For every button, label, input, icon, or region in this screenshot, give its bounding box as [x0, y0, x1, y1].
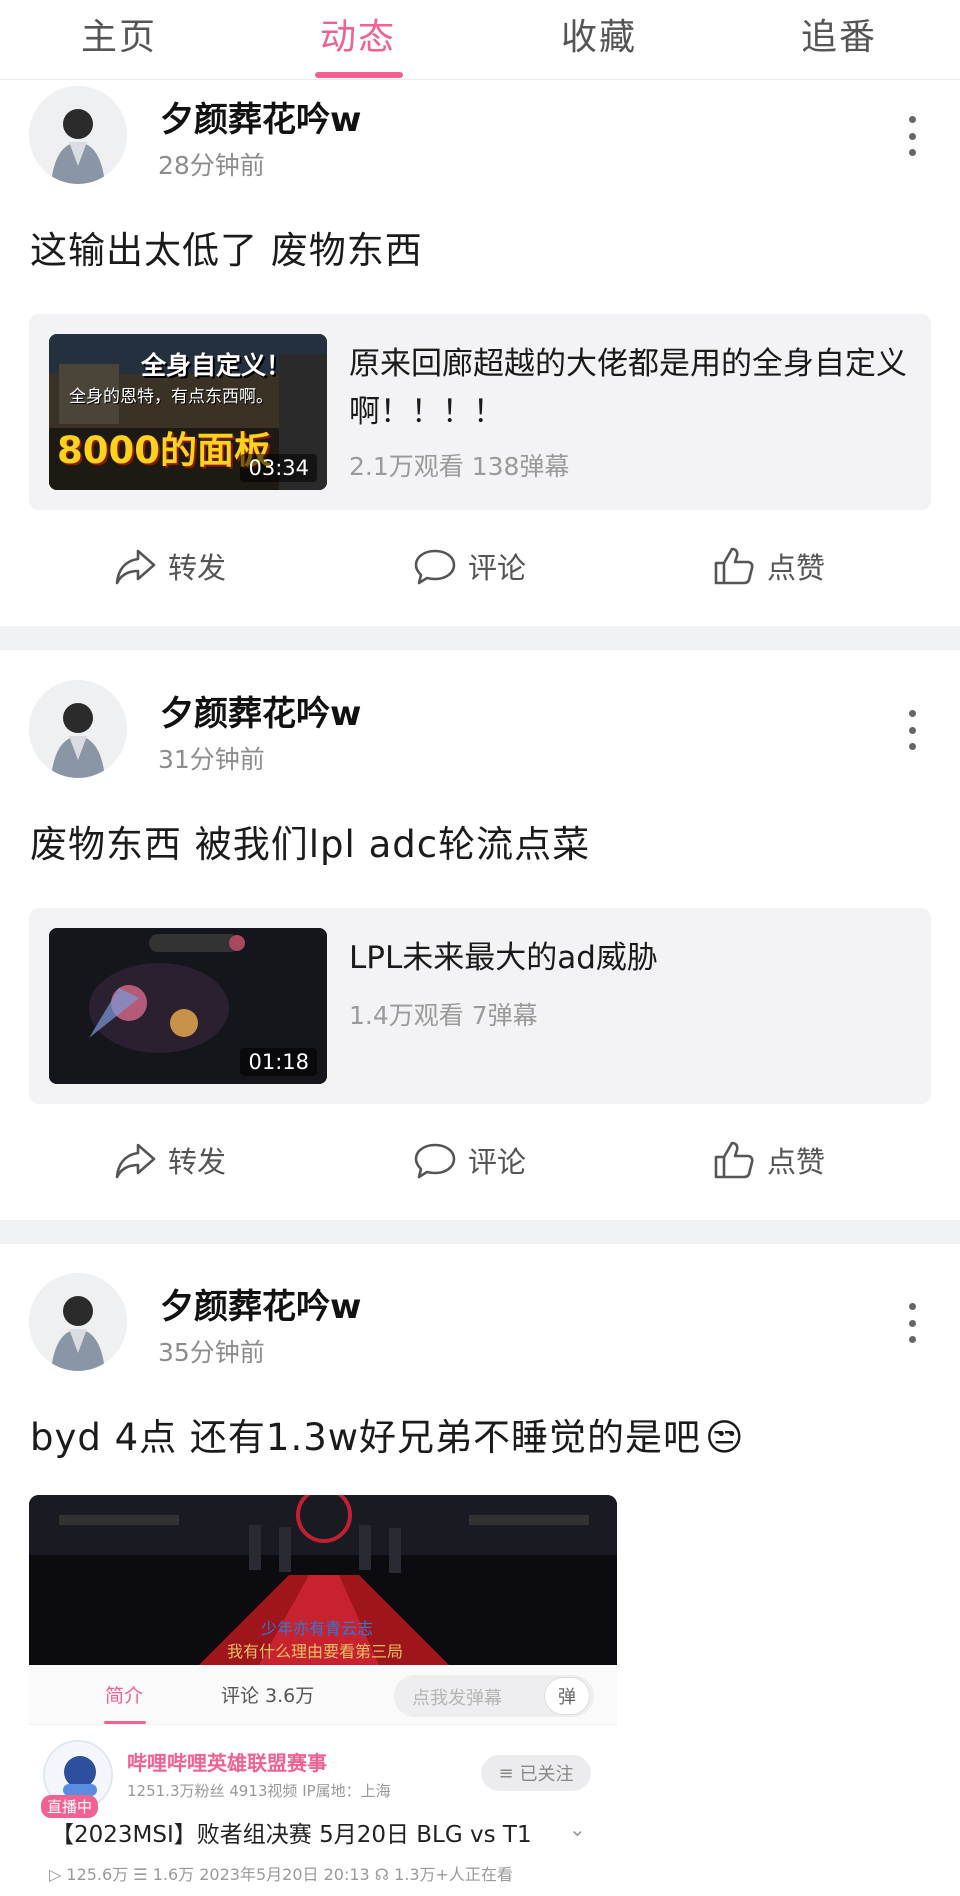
- author-name[interactable]: 夕颜葬花吟w: [160, 1279, 361, 1328]
- tab-favorites[interactable]: 收藏: [519, 8, 679, 60]
- stream-info-panel: 简介 评论 3.6万 点我发弹幕 弹 直播中 哔哩哔哩英雄联盟赛事 1251.3…: [29, 1665, 617, 1895]
- top-tab-bar: 主页 动态 收藏 追番: [0, 0, 960, 80]
- comment-icon: [414, 1143, 456, 1179]
- post-time: 35分钟前: [158, 1338, 265, 1367]
- stream-tabs: 简介 评论 3.6万 点我发弹幕 弹: [29, 1665, 617, 1725]
- chevron-down-icon[interactable]: ⌄: [569, 1817, 586, 1841]
- unamused-emoji-icon: 😒: [705, 1416, 745, 1459]
- post-time: 31分钟前: [158, 745, 265, 774]
- live-stream-card[interactable]: 少年亦有青云志 我有什么理由要看第三局 简介 评论 3.6万 点我发弹幕 弹 直…: [29, 1495, 617, 1895]
- video-title[interactable]: 原来回廊超越的大佬都是用的全身自定义啊！！！！: [349, 340, 909, 436]
- thumbs-up-icon: [714, 1141, 754, 1179]
- like-button[interactable]: 点赞: [711, 1130, 825, 1190]
- post-text: 这输出太低了 废物东西: [30, 229, 423, 272]
- stream-title[interactable]: 【2023MSI】败者组决赛 5月20日 BLG vs T1: [51, 1815, 532, 1849]
- post-card: 夕颜葬花吟w 28分钟前 这输出太低了 废物东西 全身自定义！ 全身的恩特，有点…: [0, 86, 960, 626]
- active-tab-indicator: [104, 1721, 146, 1724]
- post-separator: [0, 1220, 960, 1244]
- share-button[interactable]: 转发: [112, 536, 226, 596]
- menu-icon: ≡: [498, 1762, 514, 1784]
- thumbnail-caption: 全身自定义！: [141, 351, 292, 380]
- video-card[interactable]: 全身自定义！ 全身的恩特，有点东西啊。 8000的面板 03:34 原来回廊超越…: [29, 314, 931, 510]
- share-button[interactable]: 转发: [112, 1130, 226, 1190]
- subtitle: 少年亦有青云志: [261, 1619, 374, 1638]
- comment-button[interactable]: 评论: [412, 1130, 526, 1190]
- video-stats: 1.4万观看 7弹幕: [349, 1001, 538, 1030]
- comment-label: 评论: [468, 551, 527, 585]
- follow-label: 已关注: [519, 1764, 574, 1785]
- video-thumbnail[interactable]: 全身自定义！ 全身的恩特，有点东西啊。 8000的面板 03:34: [49, 334, 327, 490]
- video-duration: 01:18: [240, 1048, 317, 1076]
- more-options-icon[interactable]: [900, 116, 924, 156]
- more-options-icon[interactable]: [900, 710, 924, 750]
- comment-icon: [414, 549, 456, 585]
- share-icon: [115, 1143, 156, 1179]
- comment-label: 评论: [468, 1145, 527, 1179]
- video-stats: 2.1万观看 138弹幕: [349, 452, 570, 481]
- comment-button[interactable]: 评论: [412, 536, 526, 596]
- post-text: 废物东西 被我们lpl adc轮流点菜: [30, 823, 591, 866]
- tab-comments[interactable]: 评论 3.6万: [221, 1681, 314, 1708]
- post-actions: 转发 评论 点赞: [0, 536, 960, 596]
- post-text-content: byd 4点 还有1.3w好兄弟不睡觉的是吧: [30, 1416, 702, 1459]
- active-tab-indicator: [315, 72, 403, 78]
- like-label: 点赞: [767, 551, 826, 585]
- video-card[interactable]: 01:18 LPL未来最大的ad威胁 1.4万观看 7弹幕: [29, 908, 931, 1104]
- post-card: 夕颜葬花吟w 31分钟前 废物东西 被我们lpl adc轮流点菜 01:18 L…: [0, 680, 960, 1220]
- share-icon: [115, 549, 156, 585]
- danmaku-toggle-button[interactable]: 弹: [544, 1677, 590, 1715]
- avatar[interactable]: [29, 680, 127, 778]
- post-card: 夕颜葬花吟w 35分钟前 byd 4点 还有1.3w好兄弟不睡觉的是吧 😒 少年亦…: [0, 1273, 960, 1896]
- author-name[interactable]: 夕颜葬花吟w: [160, 92, 361, 141]
- avatar[interactable]: [29, 1273, 127, 1371]
- tab-home[interactable]: 主页: [39, 8, 199, 60]
- channel-name[interactable]: 哔哩哔哩英雄联盟赛事: [127, 1747, 327, 1776]
- post-time: 28分钟前: [158, 151, 265, 180]
- video-duration: 03:34: [240, 454, 317, 482]
- avatar[interactable]: [29, 86, 127, 184]
- tab-bangumi[interactable]: 追番: [759, 8, 919, 60]
- post-actions: 转发 评论 点赞: [0, 1130, 960, 1190]
- stream-stats: ▷ 125.6万 ☰ 1.6万 2023年5月20日 20:13 ☊ 1.3万+…: [49, 1865, 513, 1884]
- more-options-icon[interactable]: [900, 1303, 924, 1343]
- post-text: byd 4点 还有1.3w好兄弟不睡觉的是吧 😒: [30, 1407, 745, 1461]
- thumbnail-caption: 全身的恩特，有点东西啊。: [69, 387, 273, 407]
- follow-button[interactable]: ≡ 已关注: [481, 1755, 591, 1791]
- stream-video[interactable]: 少年亦有青云志 我有什么理由要看第三局: [29, 1495, 617, 1665]
- share-label: 转发: [168, 1145, 227, 1179]
- like-button[interactable]: 点赞: [711, 536, 825, 596]
- author-name[interactable]: 夕颜葬花吟w: [160, 686, 361, 735]
- like-label: 点赞: [767, 1145, 826, 1179]
- video-title[interactable]: LPL未来最大的ad威胁: [349, 934, 909, 982]
- subtitle: 我有什么理由要看第三局: [227, 1642, 404, 1661]
- tab-intro[interactable]: 简介: [105, 1681, 143, 1708]
- thumbnail-caption: 8000的面板: [57, 429, 271, 472]
- tab-dynamic[interactable]: 动态: [278, 8, 438, 60]
- channel-meta: 1251.3万粉丝 4913视频 IP属地：上海: [127, 1782, 391, 1800]
- share-label: 转发: [168, 551, 227, 585]
- video-thumbnail[interactable]: 01:18: [49, 928, 327, 1084]
- post-separator: [0, 626, 960, 650]
- thumbs-up-icon: [714, 547, 754, 585]
